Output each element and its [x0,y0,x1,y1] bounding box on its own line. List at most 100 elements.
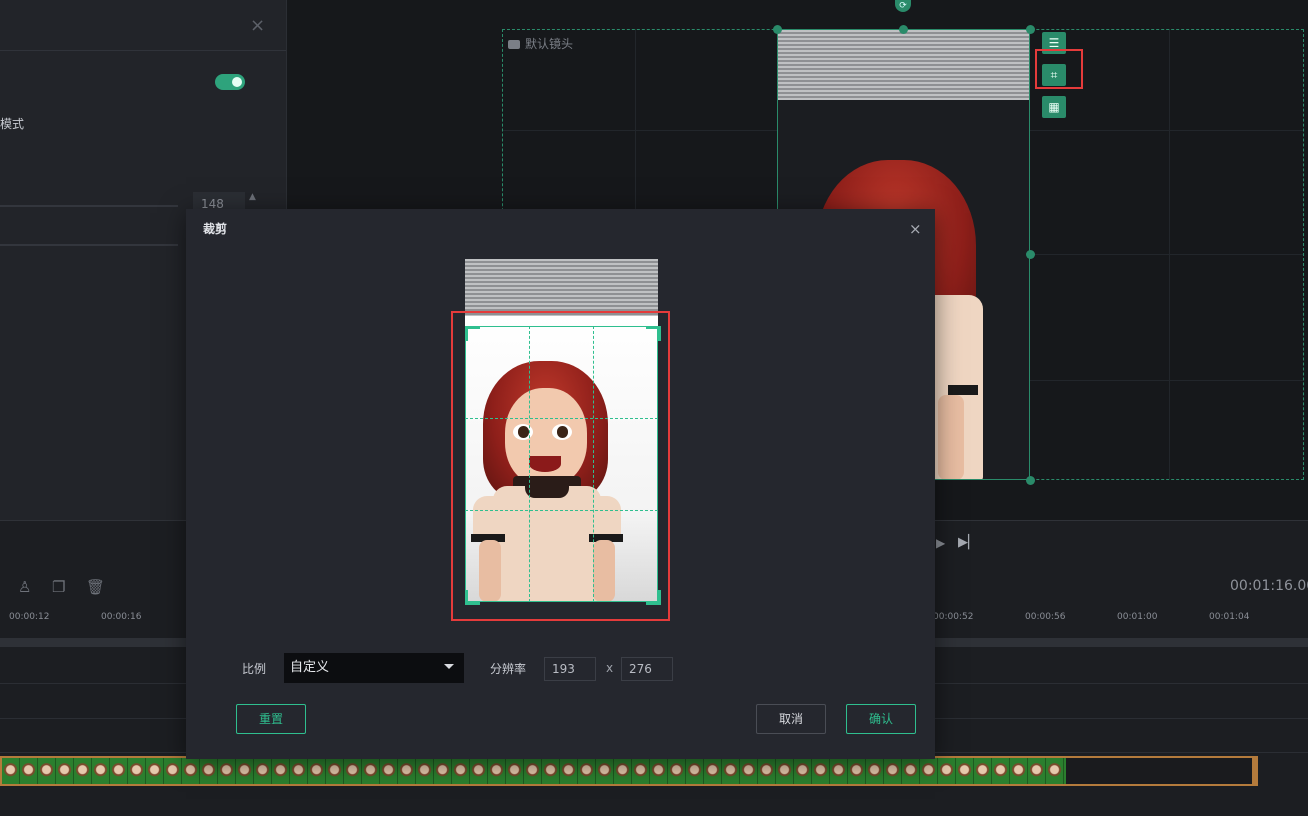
camera-label: 默认镜头 [508,35,573,52]
clip-thumbnail [704,758,722,784]
clip-thumbnail [380,758,398,784]
clip-thumbnail [470,758,488,784]
clip-thumbnail [1028,758,1046,784]
avatar-sleeve [953,310,983,390]
ratio-label: 比例 [242,662,267,676]
clip-thumbnail [1046,758,1064,784]
clip-thumbnail [182,758,200,784]
clip-thumbnail [830,758,848,784]
clip-thumbnail [290,758,308,784]
clip-thumbnail [974,758,992,784]
clip-thumbnail [398,758,416,784]
clip-thumbnail [434,758,452,784]
clip-thumbnail [452,758,470,784]
ruler-tick: 00:00:52 [933,612,974,622]
clip-thumbnail [254,758,272,784]
ruler-tick: 00:01:00 [1117,612,1158,622]
clip-thumbnail [614,758,632,784]
clip-thumbnail [56,758,74,784]
panel-header [0,0,286,51]
clip-thumbnail [128,758,146,784]
ruler-tick: 00:00:16 [101,612,142,622]
clip-thumbnail [686,758,704,784]
clip-thumbnail [992,758,1010,784]
crop-area-highlight [451,311,670,621]
transform-handle[interactable] [773,25,782,34]
clip-thumbnail [758,758,776,784]
copy-icon[interactable]: ❐ [52,578,65,596]
clip-thumbnail [578,758,596,784]
clip-thumbnail [668,758,686,784]
play-icon[interactable]: ▶ [936,536,945,550]
ruler-tick: 00:01:04 [1209,612,1250,622]
spin-up-icon[interactable]: ▲ [249,192,263,204]
clip-thumbnail [344,758,362,784]
crop-tool-highlight [1035,49,1083,89]
clip-thumbnail [902,758,920,784]
ratio-select[interactable]: 自定义 [284,653,464,683]
ruler-tick: 00:00:12 [9,612,50,622]
video-track-clip[interactable] [0,756,1258,786]
clip-thumbnail [200,758,218,784]
clip-thumbnail [866,758,884,784]
mode-label: 模式 [0,117,25,131]
clip-thumbnail [938,758,956,784]
clip-thumbnails [2,758,1066,784]
clip-thumbnail [1010,758,1028,784]
clip-thumbnail [326,758,344,784]
clip-thumbnail [146,758,164,784]
clip-thumbnail [488,758,506,784]
clip-thumbnail [2,758,20,784]
clip-thumbnail [524,758,542,784]
clip-thumbnail [92,758,110,784]
avatar-cuff [948,385,978,395]
height-input[interactable]: 276 [621,657,673,681]
next-frame-icon[interactable]: ▶▏ [958,535,978,550]
transform-handle[interactable] [1026,250,1035,259]
clip-thumbnail [920,758,938,784]
clip-thumbnail [74,758,92,784]
clip-thumbnail [812,758,830,784]
total-duration: 00:01:16.00 [1230,578,1308,594]
clip-thumbnail [560,758,578,784]
clip-thumbnail [956,758,974,784]
dialog-close-icon[interactable]: × [909,220,922,238]
brush-icon[interactable]: ♙ [18,578,31,596]
panel-close-icon[interactable]: × [250,15,265,36]
clip-thumbnail [20,758,38,784]
chevron-down-icon[interactable] [444,664,454,669]
clip-thumbnail [776,758,794,784]
clip-thumbnail [308,758,326,784]
confirm-button[interactable]: 确认 [846,704,916,734]
resolution-label: 分辨率 [490,662,527,676]
clip-thumbnail [794,758,812,784]
width-input[interactable]: 193 [544,657,596,681]
clip-thumbnail [848,758,866,784]
clip-thumbnail [542,758,560,784]
transform-handle[interactable] [1026,25,1035,34]
clip-thumbnail [506,758,524,784]
mask-icon[interactable]: ▦ [1042,96,1066,118]
clip-thumbnail [884,758,902,784]
delete-icon[interactable]: 🗑 [86,578,105,596]
transform-handle[interactable] [899,25,908,34]
clip-thumbnail [218,758,236,784]
slider-track[interactable] [0,205,178,207]
clip-thumbnail [110,758,128,784]
ruler-tick: 00:00:56 [1025,612,1066,622]
camera-icon [508,40,520,49]
reset-button[interactable]: 重置 [236,704,306,734]
transform-handle[interactable] [1026,476,1035,485]
avatar-arm [938,395,964,479]
dialog-title: 裁剪 [203,222,228,236]
slider-track[interactable] [0,244,178,246]
clip-thumbnail [362,758,380,784]
dimension-separator: x [606,661,614,675]
clip-thumbnail [272,758,290,784]
clip-thumbnail [38,758,56,784]
clip-thumbnail [596,758,614,784]
cancel-button[interactable]: 取消 [756,704,826,734]
clip-trim-handle[interactable] [1252,758,1258,784]
toggle-switch[interactable] [215,74,245,90]
clip-background-blinds [778,30,1029,100]
